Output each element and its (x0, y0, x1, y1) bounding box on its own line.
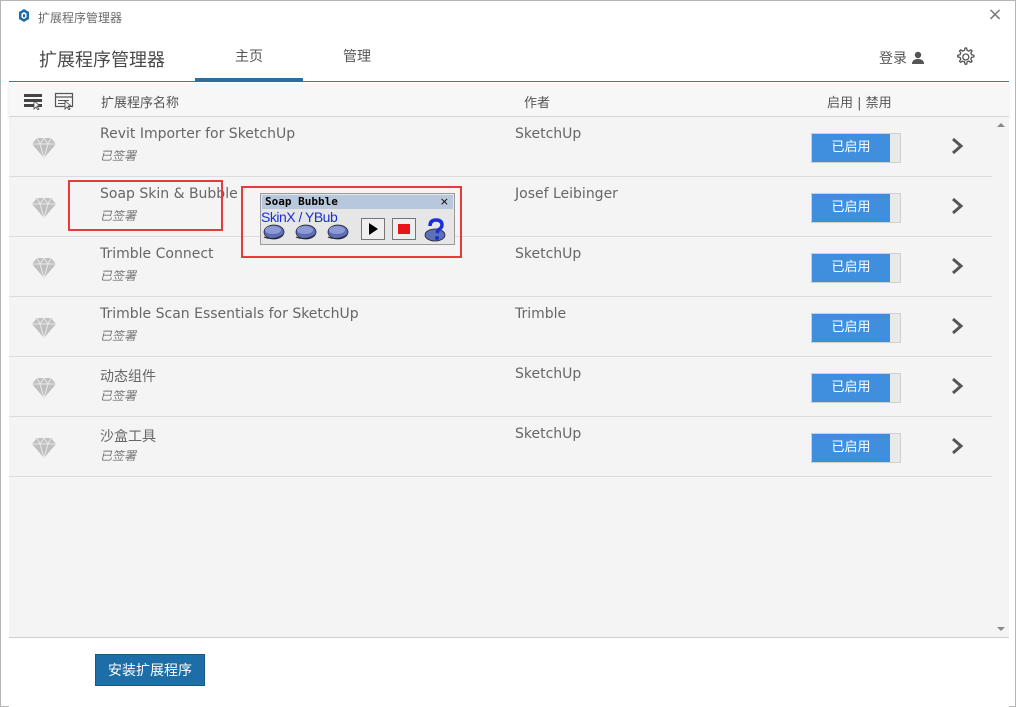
enable-toggle[interactable]: 已启用 (811, 433, 901, 463)
enable-toggle[interactable]: 已启用 (811, 193, 901, 223)
title-bar: 扩展程序管理器 × (1, 1, 1015, 33)
extension-author: SketchUp (515, 246, 582, 262)
extension-author: SketchUp (515, 426, 582, 442)
close-window-button[interactable]: × (987, 6, 1003, 25)
window-title: 扩展程序管理器 (38, 11, 123, 25)
enable-toggle[interactable]: 已启用 (811, 133, 901, 163)
extension-author: SketchUp (515, 366, 582, 382)
list-view-icon[interactable] (23, 92, 43, 110)
column-name-header: 扩展程序名称 (101, 96, 180, 111)
gear-icon[interactable] (953, 45, 977, 69)
extension-name: Revit Importer for SketchUp (100, 126, 296, 142)
app-title: 扩展程序管理器 (39, 50, 165, 71)
chevron-right-icon[interactable] (949, 256, 965, 276)
chevron-right-icon[interactable] (949, 196, 965, 216)
extension-author: SketchUp (515, 126, 582, 142)
extension-gem-icon (32, 137, 56, 159)
login-label: 登录 (879, 51, 907, 67)
login-button[interactable]: 登录 (879, 48, 925, 68)
signed-label: 已签署 (100, 269, 137, 283)
chevron-right-icon[interactable] (949, 316, 965, 336)
enable-toggle[interactable]: 已启用 (811, 373, 901, 403)
extension-name: Trimble Scan Essentials for SketchUp (100, 306, 359, 322)
extension-gem-icon (32, 257, 56, 279)
signed-label: 已签署 (100, 329, 137, 343)
enabled-label: 已启用 (812, 434, 890, 462)
extension-gem-icon (32, 377, 56, 399)
list-item[interactable]: 沙盒工具 已签署 SketchUp 已启用 (9, 417, 992, 477)
extension-name: Trimble Connect (100, 246, 214, 262)
tab-manage[interactable]: 管理 (309, 33, 405, 81)
highlight-box-extension-name (68, 180, 223, 231)
scrollbar[interactable] (993, 117, 1009, 637)
extension-gem-icon (32, 197, 56, 219)
extension-gem-icon (32, 437, 56, 459)
detail-view-icon[interactable] (54, 92, 74, 110)
chevron-right-icon[interactable] (949, 436, 965, 456)
list-item[interactable]: Trimble Scan Essentials for SketchUp 已签署… (9, 297, 992, 357)
scroll-up-icon[interactable] (997, 121, 1005, 129)
extension-author: Josef Leibinger (515, 186, 618, 202)
chevron-right-icon[interactable] (949, 136, 965, 156)
enabled-label: 已启用 (812, 314, 890, 342)
list-item[interactable]: 动态组件 已签署 SketchUp 已启用 (9, 357, 992, 417)
extension-name: 沙盒工具 (100, 429, 156, 445)
column-enable-header: 启用 | 禁用 (827, 96, 892, 111)
scroll-down-icon[interactable] (997, 625, 1005, 633)
enabled-label: 已启用 (812, 194, 890, 222)
enable-toggle[interactable]: 已启用 (811, 253, 901, 283)
signed-label: 已签署 (100, 389, 137, 403)
install-extension-button[interactable]: 安装扩展程序 (95, 654, 205, 686)
extension-gem-icon (32, 317, 56, 339)
enabled-label: 已启用 (812, 254, 890, 282)
signed-label: 已签署 (100, 149, 137, 163)
sketchup-logo-icon (19, 9, 29, 22)
column-author-header: 作者 (524, 96, 551, 111)
extension-author: Trimble (515, 306, 567, 322)
list-item[interactable]: Revit Importer for SketchUp 已签署 SketchUp… (9, 117, 992, 177)
enabled-label: 已启用 (812, 374, 890, 402)
enable-toggle[interactable]: 已启用 (811, 313, 901, 343)
user-icon (912, 51, 924, 64)
list-item[interactable]: Trimble Connect 已签署 SketchUp 已启用 (9, 237, 992, 297)
header: 扩展程序管理器 主页 管理 登录 (9, 33, 1009, 82)
chevron-right-icon[interactable] (949, 376, 965, 396)
column-header: 扩展程序名称 作者 启用 | 禁用 (9, 83, 1009, 117)
enabled-label: 已启用 (812, 134, 890, 162)
extension-name: 动态组件 (100, 369, 156, 385)
highlight-box-toolbar (241, 186, 462, 258)
tab-home[interactable]: 主页 (195, 33, 303, 82)
footer: 安装扩展程序 (9, 637, 1009, 707)
extension-manager-window: 扩展程序管理器 × 扩展程序管理器 主页 管理 登录 扩展程序名称 作者 启用 … (0, 0, 1016, 707)
signed-label: 已签署 (100, 449, 137, 463)
